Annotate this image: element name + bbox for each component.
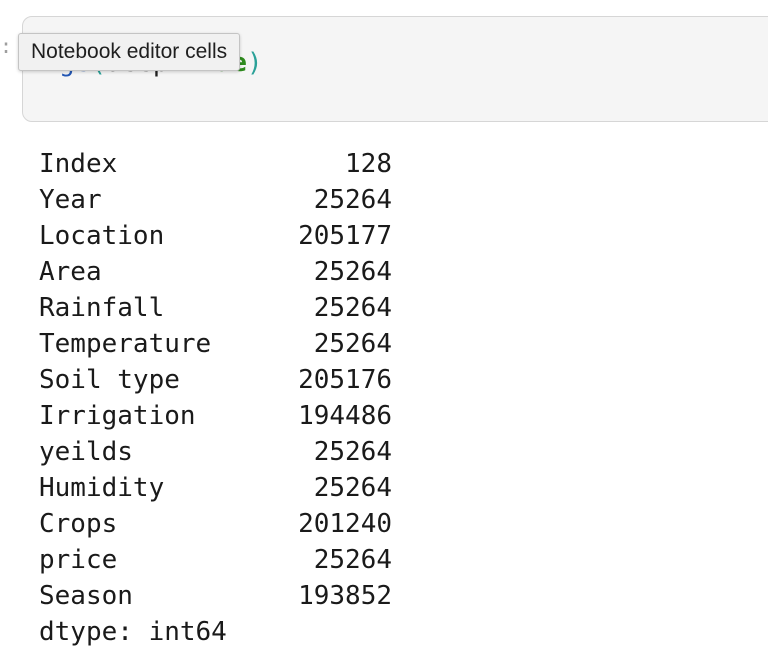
output-row: Location 205177: [39, 218, 392, 254]
output-row-label: Location: [39, 221, 165, 251]
output-row-label: yeilds: [39, 437, 133, 467]
output-row-value: 25264: [313, 473, 392, 503]
output-row: Area 25264: [39, 254, 392, 290]
output-row: Index 128: [39, 146, 392, 182]
output-row: yeilds 25264: [39, 434, 392, 470]
output-row-label: Area: [39, 257, 102, 287]
output-row-label: price: [39, 545, 118, 575]
output-row-value: 205177: [298, 221, 392, 251]
output-row-value: 194486: [298, 401, 392, 431]
output-row-value: 205176: [298, 365, 392, 395]
output-row-label: Index: [39, 149, 118, 179]
output-row-label: Year: [39, 185, 102, 215]
output-row: Humidity 25264: [39, 470, 392, 506]
output-row: price 25264: [39, 542, 392, 578]
output-row-value: 25264: [313, 437, 392, 467]
output-row-value: 25264: [313, 293, 392, 323]
output-row-label: Irrigation: [39, 401, 196, 431]
output-row: Season 193852: [39, 578, 392, 614]
output-row-value: 193852: [298, 581, 392, 611]
output-row-value: 25264: [313, 185, 392, 215]
output-row-value: 25264: [313, 545, 392, 575]
output-row-value: 25264: [313, 257, 392, 287]
output-row: Irrigation 194486: [39, 398, 392, 434]
output-dtype-line: dtype: int64: [39, 617, 227, 647]
cell-output: Index 128 Year 25264 Location 205177 Are…: [39, 146, 392, 650]
output-row-label: Crops: [39, 509, 118, 539]
output-row: Year 25264: [39, 182, 392, 218]
output-row-label: Temperature: [39, 329, 212, 359]
output-row-label: Humidity: [39, 473, 165, 503]
output-row-label: Season: [39, 581, 133, 611]
output-row: Rainfall 25264: [39, 290, 392, 326]
output-row: Soil type 205176: [39, 362, 392, 398]
output-row-value: 128: [345, 149, 392, 179]
code-close-paren: ): [246, 48, 263, 78]
notebook-editor-cells-tooltip: Notebook editor cells: [18, 33, 241, 71]
output-row-value: 25264: [313, 329, 392, 359]
cell-prompt-marker: :: [0, 34, 13, 58]
output-row-value: 201240: [298, 509, 392, 539]
output-row: Crops 201240: [39, 506, 392, 542]
output-row-label: Rainfall: [39, 293, 165, 323]
output-row: Temperature 25264: [39, 326, 392, 362]
output-row-label: Soil type: [39, 365, 180, 395]
